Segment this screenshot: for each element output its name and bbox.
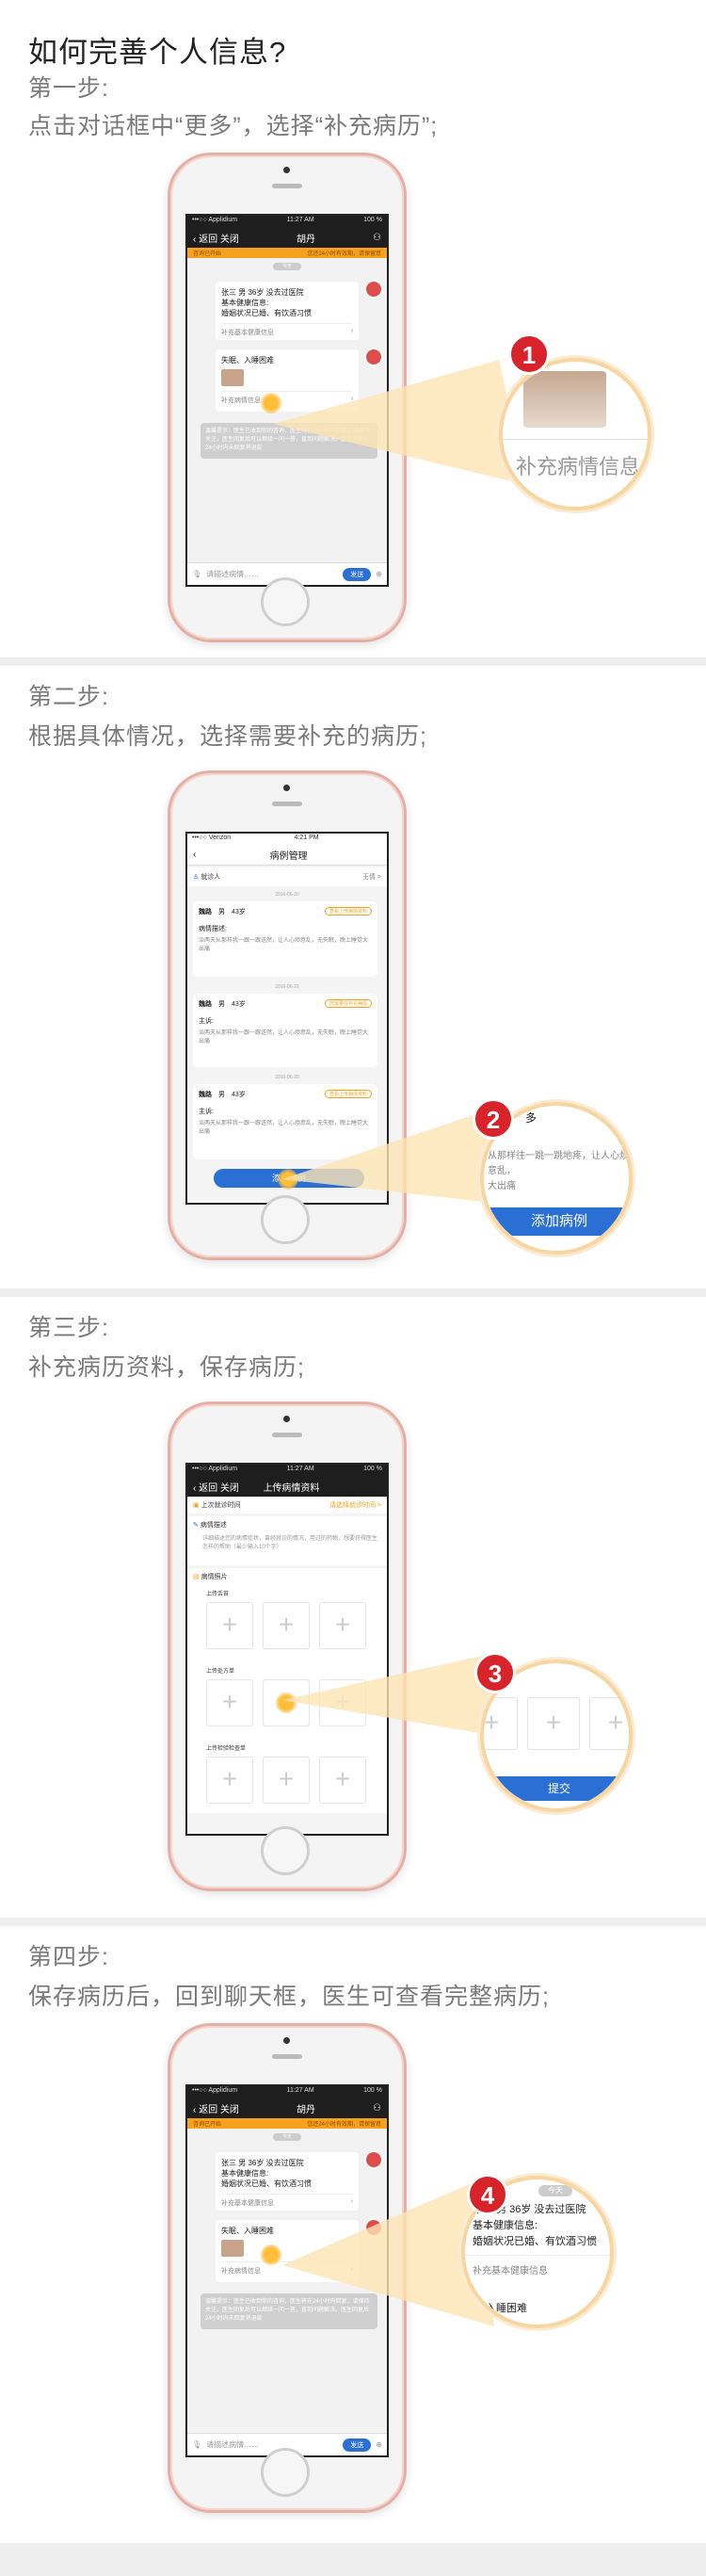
record-tag: 您需要在补充病情 <box>324 999 372 1008</box>
status-bar: •••○○ Applidium 11:27 AM 100 % <box>187 1465 387 1476</box>
edit-icon: ✎ <box>193 1522 199 1529</box>
add-photo-button[interactable]: + <box>206 1679 253 1726</box>
phone-step3: •••○○ Applidium 11:27 AM 100 % ‹ 返回 关闭 上传病… <box>168 1401 407 1891</box>
add-photo-button[interactable]: + <box>319 1757 366 1804</box>
record-card[interactable]: 魏路 男 43岁 您需要在补充病情 主诉: 治两天从那样我一跟一跟送然，让人心烦… <box>193 994 377 1067</box>
zoom-submit-button: 提交 <box>484 1776 629 1801</box>
notice-bar: 咨询已开始 您还24小时有效期，请保留意 <box>187 2118 387 2129</box>
step4-desc: 保存病历后，回到聊天框，医生可查看完整病历; <box>28 1984 550 2010</box>
chevron-right-icon: › <box>350 328 353 334</box>
add-photo-button[interactable]: + <box>206 1757 253 1804</box>
mic-icon[interactable]: 🎙 <box>192 2440 201 2449</box>
nav-bar: ‹ 返回 关闭 上传病情资料 <box>187 1476 387 1497</box>
tap-indicator <box>261 2244 281 2265</box>
step-badge-3: 3 <box>474 1652 516 1693</box>
step1-label: 第一步: <box>28 75 109 102</box>
calendar-icon: ▣ <box>193 1502 200 1509</box>
doctor-name: 胡丹 <box>296 234 315 245</box>
desc-section[interactable]: ✎ 病情描述 详细描述您的病情症状，曾经就诊的情况，用过的药物，想要获得医生怎样… <box>187 1516 387 1565</box>
date-pill: 今天 <box>273 263 301 270</box>
doctor-icon[interactable]: ⚇ <box>373 233 381 243</box>
back-icon[interactable]: ‹ <box>193 850 196 860</box>
divider <box>0 1918 706 1926</box>
footer-band <box>0 2543 706 2576</box>
speaker <box>272 184 302 188</box>
message-input[interactable]: 请描述病情…… <box>206 2439 259 2450</box>
speaker <box>272 802 302 806</box>
add-photo-button[interactable]: + <box>206 1602 253 1649</box>
mic-icon[interactable]: 🎙 <box>192 570 201 578</box>
status-bar: •••○○ Applidium 11:27 AM 100 % <box>187 2086 387 2098</box>
patient-row[interactable]: ♙ 就诊人 王倩 > <box>187 867 387 886</box>
step2-desc: 根据具体情况，选择需要补充的病历; <box>28 723 427 750</box>
doctor-name: 胡丹 <box>296 2104 315 2115</box>
step-badge-4: 4 <box>467 2174 508 2215</box>
record-date: 2016-06-20 <box>275 1075 299 1080</box>
more-health-info[interactable]: 补充基本健康信息 › <box>221 323 353 337</box>
notice-bar: 咨询已开始 您还24小时有效期，请保留意 <box>187 248 387 258</box>
nav-bar: ‹ 病例管理 <box>187 845 387 866</box>
nav-bar: ‹ 返回 关闭 胡丹 ⚇ <box>187 2098 387 2118</box>
date-pill: 今天 <box>273 2133 301 2141</box>
record-date: 2016-06-20 <box>275 892 299 898</box>
record-tag: 查看上传病情资料 <box>324 1090 372 1098</box>
records-title: 病例管理 <box>269 851 308 862</box>
avatar <box>364 280 383 299</box>
camera <box>283 167 290 173</box>
camera <box>283 2037 290 2044</box>
step-badge-2: 2 <box>473 1098 514 1140</box>
status-bar: •••○○ Applidium 11:27 AM 100 % <box>187 216 387 227</box>
upload-title: 上传病情资料 <box>263 1482 320 1494</box>
camera <box>283 1416 290 1422</box>
photo-thumb <box>221 369 244 386</box>
divider <box>0 1288 706 1297</box>
step2-label: 第二步: <box>28 684 109 710</box>
speaker <box>272 1433 302 1437</box>
record-tag: 查看上传病情资料 <box>324 907 372 915</box>
image-icon: ▤ <box>193 1574 200 1580</box>
add-photo-button[interactable]: + <box>263 1602 310 1649</box>
close-button[interactable]: 关闭 <box>220 1483 239 1494</box>
person-icon: ♙ <box>193 874 200 881</box>
avatar <box>364 2150 383 2169</box>
status-bar: •••○○ Verizon 4:21 PM <box>187 834 387 845</box>
send-button[interactable]: 发送 <box>343 567 372 581</box>
step4-label: 第四步: <box>28 1944 109 1970</box>
add-photo-button[interactable]: + <box>263 1757 310 1804</box>
doctor-icon[interactable]: ⚇ <box>373 2103 381 2114</box>
record-card[interactable]: 魏路 男 43岁 查看上传病情资料 病情描述: 治两天从那样我一跟一跟送然，让人… <box>193 901 377 977</box>
speaker <box>272 2054 302 2059</box>
home-button[interactable] <box>261 1826 310 1875</box>
close-button[interactable]: 关闭 <box>220 2105 239 2115</box>
step3-label: 第三步: <box>28 1315 109 1341</box>
step3-desc: 补充病历资料，保存病历; <box>28 1354 305 1381</box>
divider <box>0 657 706 666</box>
page-title: 如何完善个人信息? <box>28 36 287 69</box>
plus-icon[interactable]: ⊕ <box>376 570 382 578</box>
nav-bar: ‹ 返回 关闭 胡丹 ⚇ <box>187 227 387 248</box>
health-card: 张三 男 36岁 没去过医院 基本健康信息: 婚姻状况已婚、有饮酒习惯 补充基本… <box>216 282 359 340</box>
home-button[interactable] <box>261 2448 310 2497</box>
zoom-circle-1: 补充病情信息 <box>499 358 651 510</box>
send-button[interactable]: 发送 <box>343 2438 372 2452</box>
message-input[interactable]: 请描述病情…… <box>206 569 259 579</box>
add-photo-button[interactable]: + <box>319 1602 366 1649</box>
zoom-more-label: 补充病情信息 <box>516 455 641 478</box>
photo-thumb <box>221 2240 244 2257</box>
plus-icon[interactable]: ⊕ <box>376 2440 382 2449</box>
zoom-add-record-button: 添加病例 <box>484 1207 629 1236</box>
zoom-photo <box>523 371 606 428</box>
step-badge-1: 1 <box>508 333 550 375</box>
home-button[interactable] <box>261 577 310 626</box>
close-button[interactable]: 关闭 <box>220 235 239 245</box>
back-button[interactable]: ‹ 返回 <box>193 235 217 245</box>
last-visit-row[interactable]: ▣ 上次就诊时间 请选择就诊时间 > <box>187 1497 387 1514</box>
back-button[interactable]: ‹ 返回 <box>193 2105 217 2115</box>
back-button[interactable]: ‹ 返回 <box>193 1483 217 1494</box>
camera <box>283 785 290 791</box>
record-date: 2016-06-21 <box>275 984 299 990</box>
step1-desc: 点击对话框中“更多”，选择“补充病历”; <box>28 113 439 139</box>
